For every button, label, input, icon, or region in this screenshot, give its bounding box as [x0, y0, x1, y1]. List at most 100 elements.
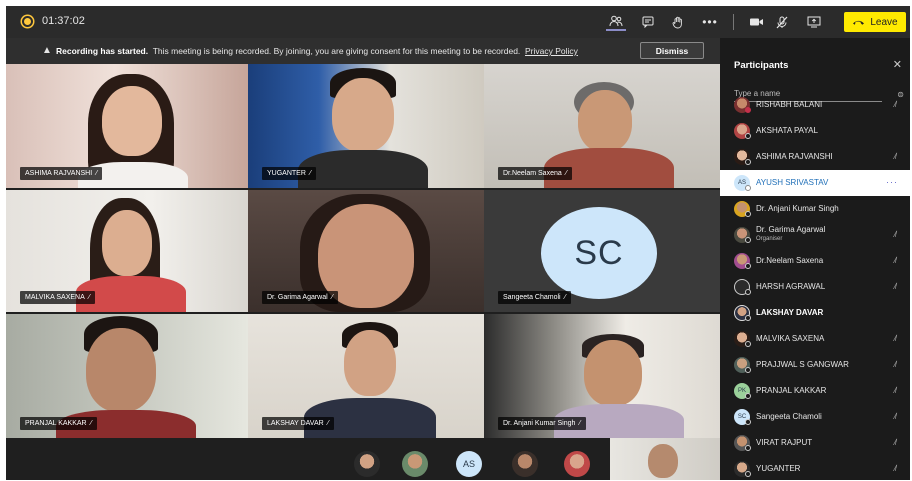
participant-row[interactable]: Dr. Garima Agarwal Organiser ⁄̸ [720, 222, 910, 248]
participant-row[interactable]: VIRAT RAJPUT ⁄̸ [720, 430, 910, 456]
raise-hand-icon[interactable] [668, 13, 688, 31]
status-icon [745, 185, 751, 191]
participant-name: YUGANTER [756, 464, 801, 473]
close-icon[interactable]: ✕ [893, 58, 902, 71]
participant-name-label: Sangeeta Chamoli ⁄ [498, 291, 571, 304]
participant-avatar[interactable] [512, 451, 538, 477]
status-icon [745, 263, 751, 269]
participant-name: PRAJJWAL S GANGWAR [756, 360, 849, 369]
video-tile-ashima-rajvanshi[interactable]: ASHIMA RAJVANSHI ⁄ [6, 64, 248, 188]
video-tile-dr-garima-agarwal[interactable]: Dr. Garima Agarwal ⁄ [248, 190, 484, 312]
video-tile-lakshay-davar[interactable]: LAKSHAY DAVAR ⁄ [248, 314, 484, 438]
participant-row[interactable]: YUGANTER ⁄̸ [720, 456, 910, 480]
participant-avatar[interactable] [354, 451, 380, 477]
participant-name: Sangeeta Chamoli [756, 412, 822, 421]
meeting-control-bar: 01:37:02 ••• Leave [6, 6, 910, 38]
participant-name: Dr. Garima Agarwal [756, 225, 826, 234]
participant-row[interactable]: Dr. Anjani Kumar Singh [720, 196, 910, 222]
participant-avatar-initials: SC [541, 207, 657, 299]
status-icon [745, 237, 751, 243]
participant-name-label: ASHIMA RAJVANSHI ⁄ [20, 167, 103, 180]
status-icon [745, 393, 751, 399]
warning-icon: ▲ [42, 45, 52, 56]
dismiss-button[interactable]: Dismiss [640, 42, 704, 59]
leave-button[interactable]: Leave [844, 12, 906, 32]
participant-name: Dr. Anjani Kumar Singh [756, 204, 839, 213]
participant-row[interactable]: SC Sangeeta Chamoli ⁄̸ [720, 404, 910, 430]
video-tile-yuganter[interactable]: YUGANTER ⁄ [248, 64, 484, 188]
microphone-muted-icon: ⁄̸ [894, 256, 896, 265]
participant-name: HARSH AGRAWAL [756, 282, 826, 291]
video-tile-sangeeta-chamoli[interactable]: SC Sangeeta Chamoli ⁄ [484, 190, 720, 312]
participant-name-label: LAKSHAY DAVAR ⁄ [262, 417, 334, 430]
participant-row[interactable]: RISHABH BALANI ⁄̸ [720, 92, 910, 118]
status-icon [745, 289, 751, 295]
toolbar-divider [733, 14, 734, 30]
status-icon [745, 367, 751, 373]
more-actions-icon[interactable]: ••• [700, 13, 720, 31]
participant-avatar[interactable] [402, 451, 428, 477]
participant-name: VIRAT RAJPUT [756, 438, 813, 447]
participant-name: AYUSH SRIVASTAV [756, 178, 829, 187]
leave-label: Leave [870, 16, 898, 28]
participants-panel: Participants ✕ ⊜ RISHABH BALANI ⁄̸ AKSHA… [720, 38, 910, 480]
microphone-muted-icon: ⁄ [564, 294, 566, 301]
microphone-muted-icon: ⁄̸ [894, 412, 896, 421]
status-icon [745, 341, 751, 347]
participant-row[interactable]: PRAJJWAL S GANGWAR ⁄̸ [720, 352, 910, 378]
participant-row[interactable]: LAKSHAY DAVAR [720, 300, 910, 326]
status-icon [745, 445, 751, 451]
banner-title: Recording has started. [56, 46, 149, 56]
participant-name-label: Dr. Anjani Kumar Singh ⁄ [498, 417, 586, 430]
participants-icon[interactable] [606, 13, 626, 31]
panel-title: Participants [734, 60, 789, 71]
participant-row[interactable]: PK PRANJAL KAKKAR ⁄̸ [720, 378, 910, 404]
participant-row[interactable]: HARSH AGRAWAL ⁄̸ [720, 274, 910, 300]
microphone-muted-icon[interactable] [772, 13, 792, 31]
self-view-video[interactable] [610, 438, 720, 480]
recording-banner: ▲ Recording has started. This meeting is… [6, 38, 720, 64]
microphone-muted-icon: ⁄ [309, 170, 312, 177]
participant-name: PRANJAL KAKKAR [756, 386, 827, 395]
participant-name: LAKSHAY DAVAR [756, 308, 824, 317]
participant-name: RISHABH BALANI [756, 100, 823, 109]
video-tile-pranjal-kakkar[interactable]: PRANJAL KAKKAR ⁄ [6, 314, 248, 438]
participant-name: MALVIKA SAXENA [756, 334, 825, 343]
participant-row[interactable]: MALVIKA SAXENA ⁄̸ [720, 326, 910, 352]
participant-row-selected[interactable]: AS AYUSH SRIVASTAV ··· [720, 170, 910, 196]
video-tile-malvika-saxena[interactable]: MALVIKA SAXENA ⁄ [6, 190, 248, 312]
microphone-muted-icon: ⁄̸ [894, 282, 896, 291]
status-icon [745, 133, 751, 139]
microphone-muted-icon: ⁄̸ [894, 360, 896, 369]
participant-name-label: Dr.Neelam Saxena ⁄ [498, 167, 572, 180]
video-tile-dr-neelam-saxena[interactable]: Dr.Neelam Saxena ⁄ [484, 64, 720, 188]
chat-icon[interactable] [638, 13, 658, 31]
participant-row[interactable]: ASHIMA RAJVANSHI ⁄̸ [720, 144, 910, 170]
participant-row[interactable]: AKSHATA PAYAL [720, 118, 910, 144]
share-screen-icon[interactable] [804, 13, 824, 31]
status-icon [745, 211, 751, 217]
participant-name: Dr.Neelam Saxena [756, 256, 824, 265]
participant-name-label: PRANJAL KAKKAR ⁄ [20, 417, 97, 430]
microphone-muted-icon: ⁄ [90, 420, 92, 427]
participant-role: Organiser [756, 236, 783, 242]
microphone-muted-icon: ⁄ [96, 170, 98, 177]
privacy-policy-link[interactable]: Privacy Policy [525, 46, 578, 56]
more-options-icon[interactable]: ··· [886, 177, 898, 187]
participant-name-label: YUGANTER ⁄ [262, 167, 317, 180]
meeting-timer: 01:37:02 [42, 15, 85, 27]
status-busy-icon [745, 107, 751, 113]
microphone-muted-icon: ⁄ [565, 170, 567, 177]
microphone-muted-icon: ⁄̸ [894, 438, 896, 447]
camera-icon[interactable] [746, 13, 766, 31]
participant-name-label: Dr. Garima Agarwal ⁄ [262, 291, 338, 304]
video-tile-dr-anjani-kumar-singh[interactable]: Dr. Anjani Kumar Singh ⁄ [484, 314, 720, 438]
microphone-muted-icon: ⁄ [88, 294, 90, 301]
participant-row[interactable]: Dr.Neelam Saxena ⁄̸ [720, 248, 910, 274]
participant-avatar-initials[interactable]: AS [456, 451, 482, 477]
status-icon [745, 315, 751, 321]
participant-avatar[interactable] [564, 451, 590, 477]
banner-text: This meeting is being recorded. By joini… [152, 46, 521, 56]
status-icon [745, 419, 751, 425]
microphone-muted-icon: ⁄̸ [894, 100, 896, 109]
